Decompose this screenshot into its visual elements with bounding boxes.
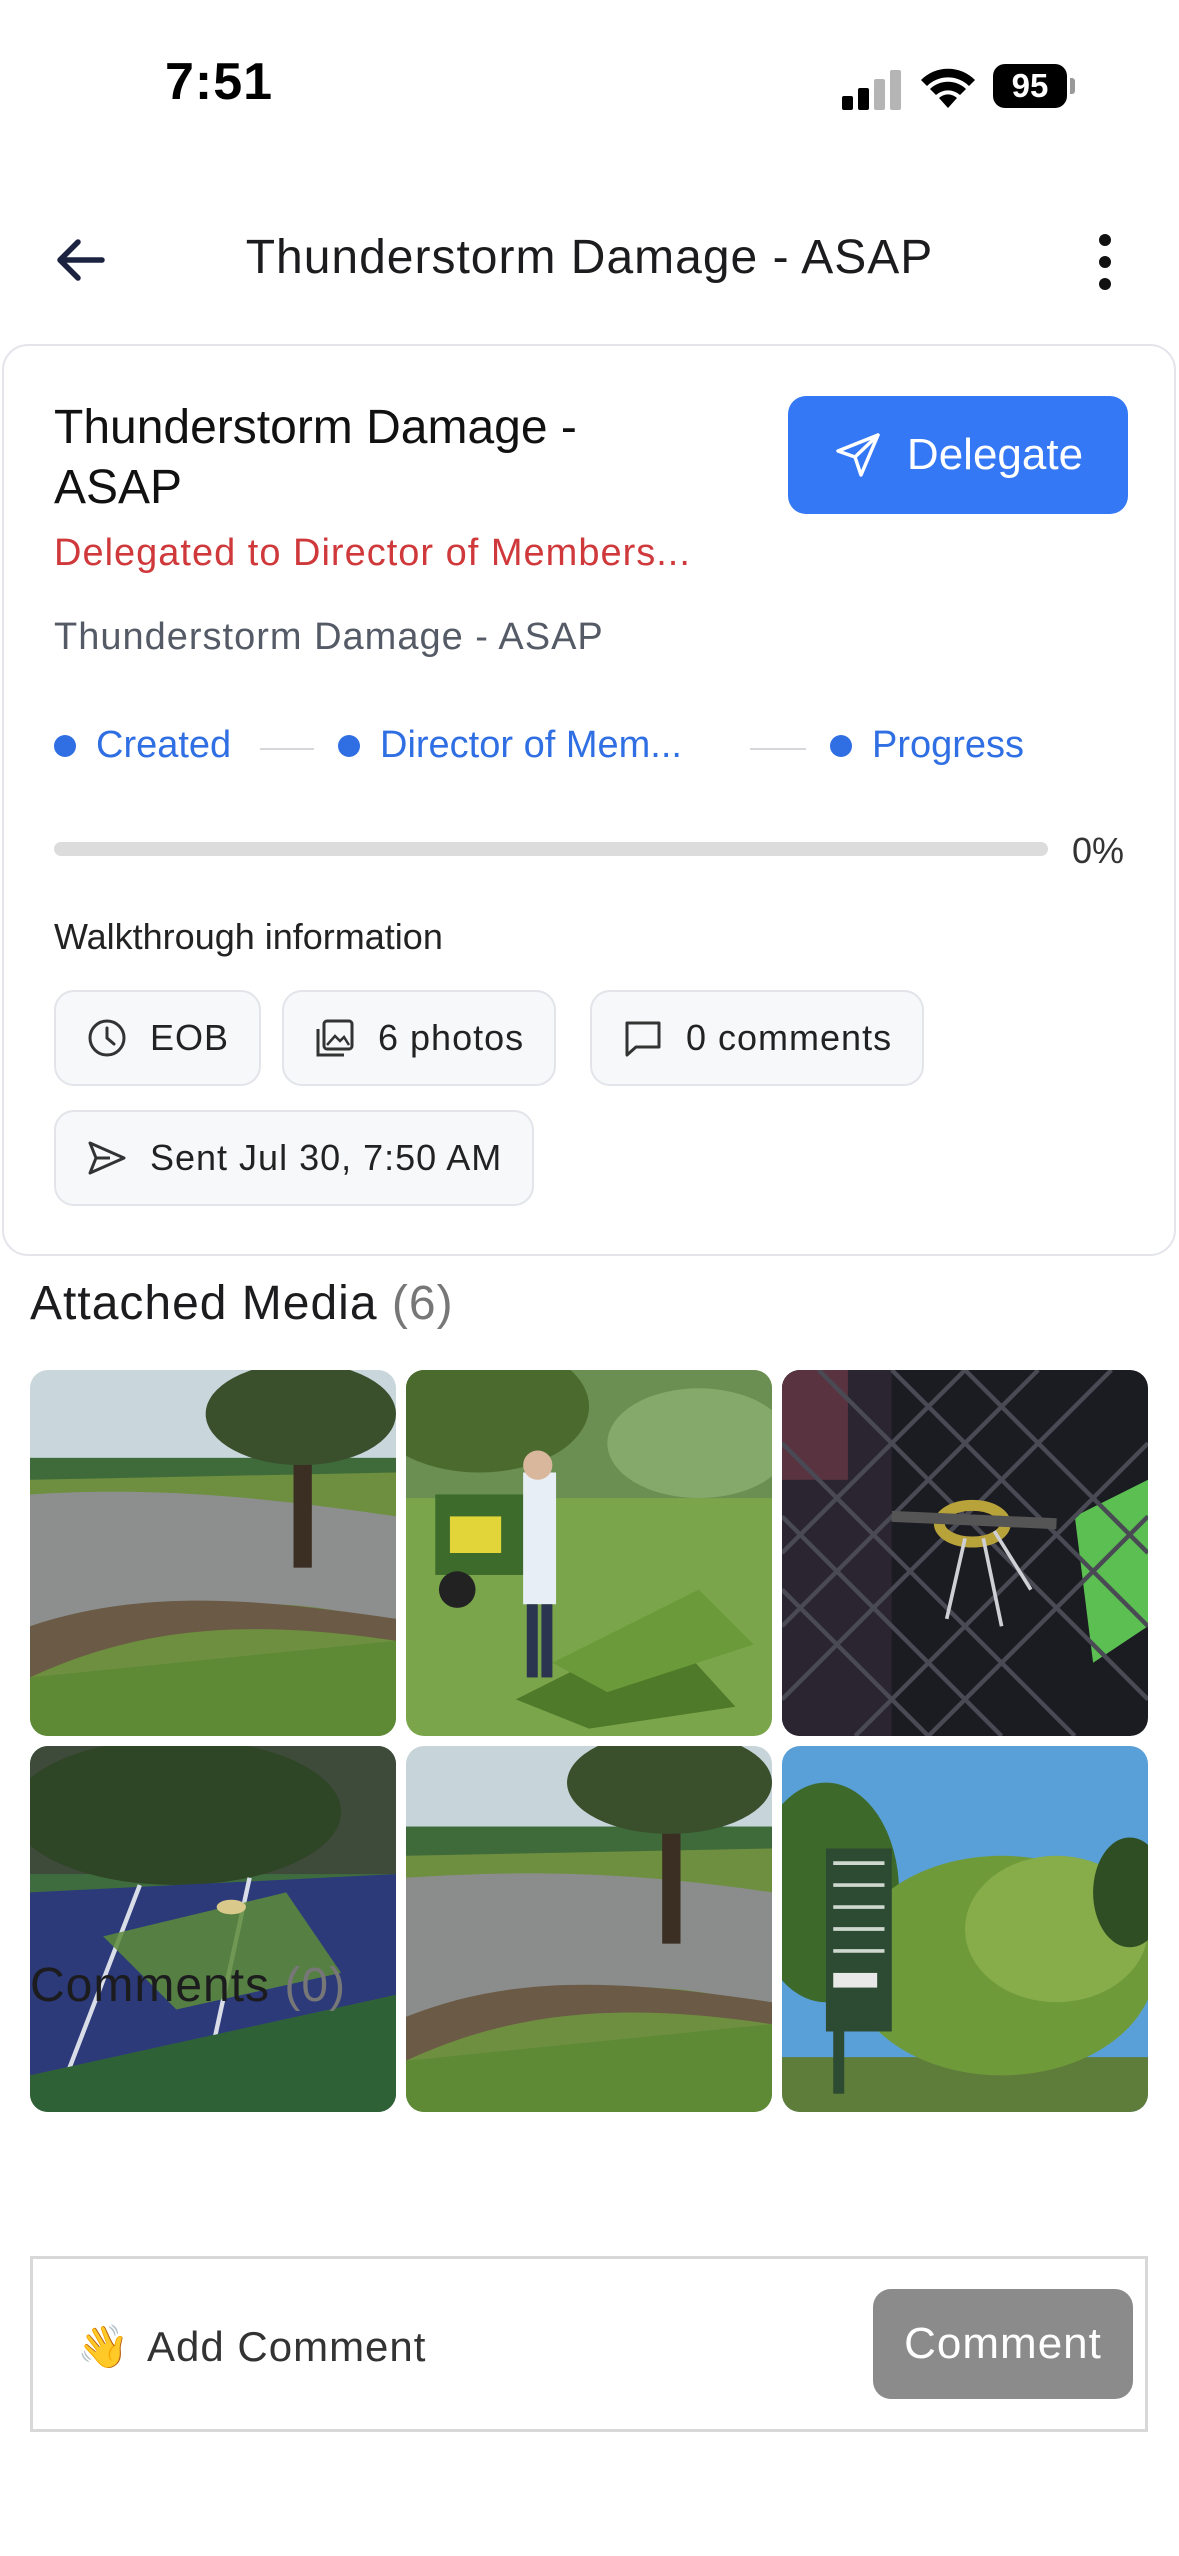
- media-count: (6): [391, 1277, 454, 1330]
- sent-chip[interactable]: Sent Jul 30, 7:50 AM: [54, 1110, 535, 1206]
- step-connector: [750, 748, 806, 750]
- step-created: Created: [54, 724, 231, 767]
- step-director: Director of Mem...: [338, 724, 682, 767]
- wave-emoji-icon: 👋: [77, 2323, 130, 2370]
- comments-heading: Comments (0): [30, 1958, 346, 2013]
- media-heading-text: Attached Media: [30, 1277, 378, 1330]
- due-chip[interactable]: EOB: [54, 990, 262, 1086]
- attached-media-heading: Attached Media (6): [30, 1276, 454, 1331]
- comments-count: (0): [284, 1959, 347, 2012]
- broken-tree-signpost-photo: [782, 1746, 1148, 2112]
- page-title: Thunderstorm Damage - ASAP: [245, 231, 934, 284]
- progress-bar: [54, 842, 1048, 856]
- step-dot: [338, 734, 360, 757]
- add-comment-input[interactable]: Add Comment: [147, 2323, 426, 2371]
- comments-label: 0 comments: [686, 1017, 893, 1058]
- status-bar: 7:51 95: [0, 0, 1179, 170]
- battery-level: 95: [993, 64, 1067, 108]
- media-thumbnail[interactable]: [782, 1746, 1148, 2112]
- workflow-steps: Created Director of Mem... Progress: [54, 724, 1134, 774]
- comment-input-box[interactable]: 👋 Add Comment Comment: [30, 2256, 1148, 2432]
- media-thumbnail[interactable]: [406, 1746, 772, 2112]
- step-dot: [830, 734, 852, 757]
- battery-nub: [1070, 78, 1075, 94]
- debris-on-court-photo: [30, 1746, 396, 2112]
- media-thumbnail[interactable]: [782, 1370, 1148, 1736]
- wifi-icon: [921, 68, 975, 108]
- step-label: Director of Mem...: [380, 724, 682, 766]
- more-options-icon[interactable]: [1090, 230, 1120, 294]
- back-arrow-icon[interactable]: [50, 228, 114, 292]
- status-time: 7:51: [165, 53, 274, 111]
- photos-label: 6 photos: [378, 1017, 525, 1058]
- photo-gallery-icon: [316, 1019, 354, 1057]
- media-thumbnail[interactable]: [406, 1370, 772, 1736]
- sent-label: Sent Jul 30, 7:50 AM: [150, 1137, 503, 1178]
- walkthrough-heading: Walkthrough information: [54, 916, 443, 957]
- nav-bar: Thunderstorm Damage - ASAP: [0, 200, 1179, 320]
- media-thumbnail[interactable]: [30, 1370, 396, 1736]
- due-label: EOB: [150, 1017, 230, 1058]
- flooded-path-photo: [406, 1746, 772, 2112]
- step-label: Progress: [872, 724, 1025, 766]
- task-subtitle: Thunderstorm Damage - ASAP: [54, 616, 604, 658]
- step-dot: [54, 734, 76, 757]
- step-label: Created: [96, 724, 232, 766]
- step-connector: [260, 748, 314, 750]
- step-progress: Progress: [830, 724, 1024, 767]
- clock-icon: [88, 1019, 126, 1057]
- fallen-branches-cart-photo: [406, 1370, 772, 1736]
- photos-chip[interactable]: 6 photos: [282, 990, 557, 1086]
- delegation-status: Delegated to Director of Members...: [54, 532, 691, 574]
- comments-heading-text: Comments: [30, 1959, 271, 2012]
- progress-percent: 0%: [1072, 830, 1125, 871]
- battery-indicator: 95: [993, 64, 1075, 108]
- send-icon: [88, 1141, 126, 1175]
- comments-chip[interactable]: 0 comments: [590, 990, 925, 1086]
- delegate-button[interactable]: Delegate: [788, 396, 1128, 514]
- flooded-fairway-photo: [30, 1370, 396, 1736]
- cellular-signal-icon: [842, 70, 901, 110]
- media-thumbnail[interactable]: [30, 1746, 396, 2112]
- delegate-button-label: Delegate: [906, 430, 1084, 479]
- torn-netting-photo: [782, 1370, 1148, 1736]
- task-title: Thunderstorm Damage - ASAP: [54, 401, 577, 514]
- task-card: Thunderstorm Damage - ASAP Delegate Dele…: [2, 344, 1176, 1256]
- comment-icon: [625, 1021, 661, 1057]
- send-icon: [836, 433, 880, 477]
- comment-button[interactable]: Comment: [873, 2289, 1133, 2399]
